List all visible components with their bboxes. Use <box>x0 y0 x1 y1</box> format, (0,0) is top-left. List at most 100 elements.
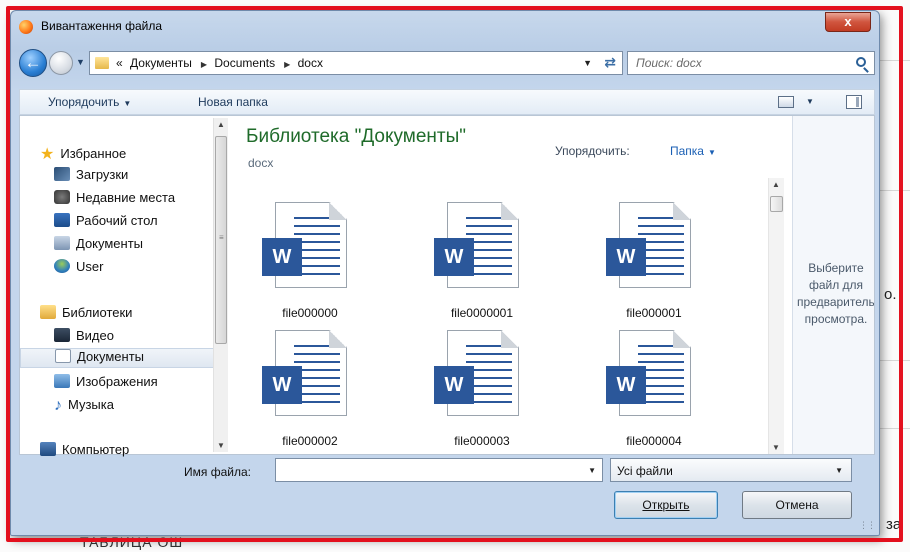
bg-bottom-text: ТАБЛИЦА ОШ <box>80 534 184 550</box>
nav-item-favorites[interactable]: ★ Избранное <box>40 144 126 164</box>
nav-label: Загрузки <box>76 167 129 182</box>
scroll-up-icon[interactable]: ▲ <box>217 120 225 129</box>
back-button[interactable]: ← <box>19 49 47 77</box>
arrow-left-icon: ← <box>24 53 42 72</box>
arrange-by-dropdown[interactable]: Папка ▼ <box>670 144 716 158</box>
file-name-input[interactable]: ▼ <box>275 458 603 482</box>
nav-item-images[interactable]: Изображения <box>54 374 158 394</box>
nav-item-libraries[interactable]: Библиотеки <box>40 305 132 325</box>
change-view-icon[interactable] <box>778 96 794 108</box>
scroll-up-icon[interactable]: ▲ <box>772 180 780 189</box>
bg-rule <box>880 360 910 361</box>
file-item[interactable]: W file0000001 <box>402 202 552 327</box>
documents-icon <box>54 236 70 250</box>
nav-item-desktop[interactable]: Рабочий стол <box>54 213 158 233</box>
file-item[interactable]: W file000000 <box>230 202 380 327</box>
organize-label: Упорядочить <box>48 95 120 109</box>
file-name: file000000 <box>282 306 338 320</box>
file-name: file000004 <box>626 434 682 448</box>
scroll-down-icon[interactable]: ▼ <box>772 443 780 452</box>
folder-icon <box>95 57 109 69</box>
file-item[interactable]: W file000003 <box>402 330 552 455</box>
document-icon <box>55 349 71 363</box>
breadcrumb-docx[interactable]: docx <box>298 56 323 70</box>
nav-label: User <box>76 259 104 274</box>
navigation-bar: ← ▼ « Документы ▶ Documents ▶ docx ▼ ⇄ <box>19 49 875 77</box>
video-icon <box>54 328 70 342</box>
search-input[interactable] <box>628 52 848 74</box>
word-badge: W <box>262 366 302 404</box>
open-button[interactable]: Открыть <box>614 491 718 519</box>
nav-item-music[interactable]: ♪ Музыка <box>54 397 114 417</box>
title-bar[interactable]: Вивантаження файла x <box>11 11 879 41</box>
nav-scrollbar[interactable]: ▲ ≡ ▼ <box>213 118 228 452</box>
desktop-icon <box>54 213 70 227</box>
word-badge: W <box>606 238 646 276</box>
chevron-down-icon: ▼ <box>707 148 716 157</box>
cancel-button[interactable]: Отмена <box>742 491 852 519</box>
nav-label: Изображения <box>76 374 158 389</box>
file-name-dropdown-icon[interactable]: ▼ <box>588 466 596 475</box>
nav-item-downloads[interactable]: Загрузки <box>54 167 128 187</box>
bg-rule <box>880 190 910 191</box>
grip-icon: ≡ <box>219 233 224 242</box>
view-dropdown-icon[interactable]: ▼ <box>806 97 814 106</box>
breadcrumb-documents-en[interactable]: Documents <box>214 56 275 70</box>
nav-label: Документы <box>77 349 145 364</box>
command-toolbar: Упорядочить ▼ Новая папка ▼ <box>19 89 875 115</box>
address-dropdown-icon[interactable]: ▼ <box>583 58 592 68</box>
file-list-area: Библиотека "Документы" docx Упорядочить:… <box>230 116 790 454</box>
file-item[interactable]: W file000004 <box>574 330 724 455</box>
nav-item-video[interactable]: Видео <box>54 328 114 348</box>
nav-item-lib-documents[interactable]: Документы <box>20 348 216 368</box>
history-dropdown-icon[interactable]: ▼ <box>76 57 85 67</box>
close-button[interactable]: x <box>825 12 871 32</box>
breadcrumb-documents[interactable]: Документы <box>130 56 192 70</box>
organize-button[interactable]: Упорядочить ▼ <box>48 95 131 109</box>
search-icon[interactable] <box>856 57 866 67</box>
nav-label: Документы <box>76 236 144 251</box>
file-list-scrollbar[interactable]: ▲ ▼ <box>768 178 784 454</box>
chevron-right-icon[interactable]: ▶ <box>284 60 290 69</box>
library-title: Библиотека "Документы" <box>246 126 467 147</box>
arrange-value: Папка <box>670 144 704 158</box>
scroll-down-icon[interactable]: ▼ <box>217 441 225 450</box>
user-icon <box>54 259 70 273</box>
star-icon: ★ <box>40 146 55 163</box>
preview-pane-icon[interactable] <box>846 95 862 109</box>
chevron-right-icon[interactable]: ▶ <box>201 60 207 69</box>
firefox-icon <box>19 20 33 34</box>
nav-item-user[interactable]: User <box>54 259 103 279</box>
refresh-icon[interactable]: ⇄ <box>604 54 616 71</box>
nav-item-computer[interactable]: Компьютер <box>40 442 129 462</box>
music-icon: ♪ <box>54 397 62 414</box>
nav-scroll-thumb[interactable]: ≡ <box>215 136 227 344</box>
nav-label: Избранное <box>60 146 127 161</box>
main-panel: ★ Избранное Загрузки Недавние места Рабоч… <box>19 115 875 457</box>
file-list-scroll-thumb[interactable] <box>770 196 783 212</box>
arrange-by-label: Упорядочить: <box>555 144 630 158</box>
file-type-select[interactable]: Усі файли ▼ <box>610 458 852 482</box>
search-box[interactable] <box>627 51 875 75</box>
new-folder-button[interactable]: Новая папка <box>198 95 268 109</box>
file-item[interactable]: W file000002 <box>230 330 380 455</box>
nav-label: Недавние места <box>76 190 176 205</box>
word-badge: W <box>434 238 474 276</box>
page-fold <box>501 202 519 220</box>
downloads-icon <box>54 167 70 181</box>
preview-pane: Выберите файл для предварительного просм… <box>792 116 874 454</box>
file-name: file000003 <box>454 434 510 448</box>
breadcrumb: « Документы ▶ Documents ▶ docx <box>116 56 327 70</box>
nav-label: Библиотеки <box>62 305 133 320</box>
forward-button[interactable] <box>49 51 73 75</box>
breadcrumb-overflow[interactable]: « <box>116 56 123 70</box>
resize-grip-icon[interactable]: ⋮⋮ <box>859 520 876 531</box>
nav-item-documents[interactable]: Документы <box>54 236 143 256</box>
window-title: Вивантаження файла <box>41 19 162 33</box>
nav-item-recent-places[interactable]: Недавние места <box>54 190 175 210</box>
chevron-down-icon: ▼ <box>835 466 843 475</box>
page-fold <box>329 202 347 220</box>
word-badge: W <box>606 366 646 404</box>
file-item[interactable]: W file000001 <box>574 202 724 327</box>
address-bar[interactable]: « Документы ▶ Documents ▶ docx ▼ ⇄ <box>89 51 623 75</box>
